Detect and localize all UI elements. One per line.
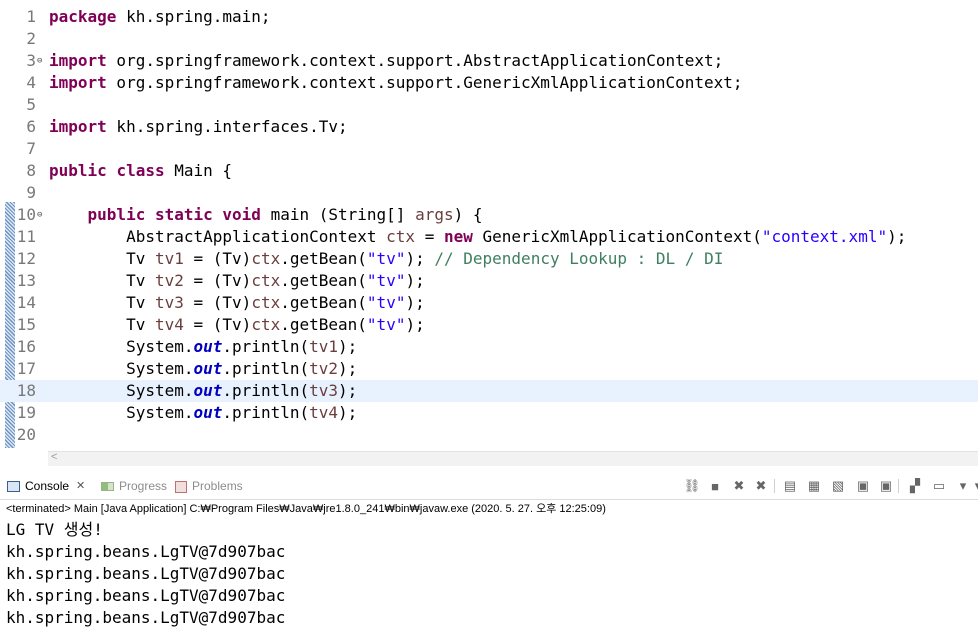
console-output-line: kh.spring.beans.LgTV@7d907bac <box>6 586 286 605</box>
code-line[interactable]: 7 <box>0 138 978 160</box>
code-line[interactable]: 13 Tv tv2 = (Tv)ctx.getBean("tv"); <box>0 270 978 292</box>
console-output[interactable]: LG TV 생성! kh.spring.beans.LgTV@7d907bac kh… <box>6 519 285 629</box>
show-on-stderr-icon[interactable]: ▣ <box>878 478 894 494</box>
code-text: AbstractApplicationContext ctx = new Gen… <box>49 227 907 246</box>
code-text: System.out.println(tv1); <box>49 337 358 356</box>
code-line[interactable]: 3 ⊖ import org.springframework.context.sup… <box>0 50 978 72</box>
code-text: public class Main { <box>49 161 233 180</box>
line-number: 20 <box>16 425 36 444</box>
code-line[interactable]: 12 Tv tv1 = (Tv)ctx.getBean("tv"); // De… <box>0 248 978 270</box>
line-number: 9 <box>26 183 36 202</box>
remove-launch-icon[interactable]: ✖ <box>731 478 747 494</box>
terminate-icon[interactable]: ■ <box>707 478 723 494</box>
code-editor[interactable]: 1 package kh.spring.main; 2 3 ⊖ import org.sp… <box>0 0 978 451</box>
scroll-lock-icon[interactable]: ▤ <box>782 478 798 494</box>
code-line[interactable]: 4 import org.springframework.context.supp… <box>0 72 978 94</box>
tab-progress-label: Progress <box>119 479 168 493</box>
line-number: 6 <box>26 117 36 136</box>
line-number: 1 <box>26 7 36 26</box>
code-text: Tv tv2 = (Tv)ctx.getBean("tv"); <box>49 271 425 290</box>
tab-progress[interactable]: Progress <box>101 474 167 499</box>
line-number: 12 <box>16 249 36 268</box>
fold-toggle-icon[interactable]: ⊖ <box>37 204 42 226</box>
code-line[interactable]: 11 AbstractApplicationContext ctx = new … <box>0 226 978 248</box>
code-text: System.out.println(tv4); <box>49 403 358 422</box>
code-text: import org.springframework.context.suppo… <box>49 73 743 92</box>
code-line[interactable]: 5 <box>0 94 978 116</box>
line-number: 19 <box>16 403 36 422</box>
fold-toggle-icon[interactable]: ⊖ <box>37 50 42 72</box>
console-icon <box>7 481 20 492</box>
scroll-left-arrow-icon[interactable]: < <box>51 451 57 463</box>
toolbar-separator <box>774 479 775 493</box>
line-number: 10 <box>16 205 36 224</box>
tab-console[interactable]: Console ✕ <box>7 474 85 499</box>
problems-icon <box>175 480 187 493</box>
line-number: 15 <box>16 315 36 334</box>
line-number: 8 <box>26 161 36 180</box>
code-text: System.out.println(tv3); <box>49 381 358 400</box>
remove-all-terminated-icon[interactable]: ✖ <box>753 478 769 494</box>
console-output-line: LG TV 생성! <box>6 520 103 539</box>
line-number: 3 <box>26 51 36 70</box>
code-line[interactable]: 15 Tv tv4 = (Tv)ctx.getBean("tv"); <box>0 314 978 336</box>
code-text: import kh.spring.interfaces.Tv; <box>49 117 348 136</box>
line-number: 7 <box>26 139 36 158</box>
view-menu-icon[interactable]: ▾ <box>970 478 978 494</box>
code-text: Tv tv1 = (Tv)ctx.getBean("tv"); // Depen… <box>49 249 724 268</box>
code-text: Tv tv3 = (Tv)ctx.getBean("tv"); <box>49 293 425 312</box>
code-line[interactable]: 10 ⊖ public static void main (String[] ar… <box>0 204 978 226</box>
code-line[interactable]: 14 Tv tv3 = (Tv)ctx.getBean("tv"); <box>0 292 978 314</box>
code-text: System.out.println(tv2); <box>49 359 358 378</box>
code-line[interactable]: 18 System.out.println(tv3); <box>0 380 978 402</box>
line-number: 18 <box>16 381 36 400</box>
console-status-line: <terminated> Main [Java Application] C:₩… <box>6 503 606 515</box>
code-text: package kh.spring.main; <box>49 7 271 26</box>
console-output-line: kh.spring.beans.LgTV@7d907bac <box>6 564 286 583</box>
editor-horizontal-scrollbar[interactable]: < <box>48 451 978 466</box>
code-line[interactable]: 8 public class Main { <box>0 160 978 182</box>
code-line[interactable]: 6 import kh.spring.interfaces.Tv; <box>0 116 978 138</box>
code-line[interactable]: 20 <box>0 424 978 446</box>
word-wrap-icon[interactable]: ▦ <box>806 478 822 494</box>
line-number: 17 <box>16 359 36 378</box>
code-line[interactable]: 9 <box>0 182 978 204</box>
line-number: 5 <box>26 95 36 114</box>
code-text: Tv tv4 = (Tv)ctx.getBean("tv"); <box>49 315 425 334</box>
progress-icon <box>101 482 114 491</box>
line-number: 4 <box>26 73 36 92</box>
console-output-line: kh.spring.beans.LgTV@7d907bac <box>6 542 286 561</box>
toolbar-separator <box>898 479 899 493</box>
line-number: 14 <box>16 293 36 312</box>
tab-console-label: Console <box>25 479 70 493</box>
console-output-line: kh.spring.beans.LgTV@7d907bac <box>6 608 286 627</box>
line-number: 13 <box>16 271 36 290</box>
line-number: 16 <box>16 337 36 356</box>
pin-console-icon[interactable]: ▞ <box>907 478 923 494</box>
show-on-stdout-icon[interactable]: ▣ <box>855 478 871 494</box>
close-icon[interactable]: ✕ <box>76 474 85 499</box>
code-line[interactable]: 2 <box>0 28 978 50</box>
code-line[interactable]: 17 System.out.println(tv2); <box>0 358 978 380</box>
tab-problems[interactable]: Problems <box>175 474 243 499</box>
code-text: import org.springframework.context.suppo… <box>49 51 724 70</box>
code-text: public static void main (String[] args) … <box>87 205 483 224</box>
code-line[interactable]: 16 System.out.println(tv1); <box>0 336 978 358</box>
display-selected-console-icon[interactable]: ▭ <box>931 478 947 494</box>
link-icon[interactable]: ⛓ <box>684 478 701 494</box>
code-line[interactable]: 19 System.out.println(tv4); <box>0 402 978 424</box>
open-console-icon[interactable]: ▾ <box>955 478 971 494</box>
line-number: 2 <box>26 29 36 48</box>
tab-problems-label: Problems <box>192 479 243 493</box>
clear-console-icon[interactable]: ▧ <box>830 478 846 494</box>
code-line[interactable]: 1 package kh.spring.main; <box>0 6 978 28</box>
line-number: 11 <box>16 227 36 246</box>
